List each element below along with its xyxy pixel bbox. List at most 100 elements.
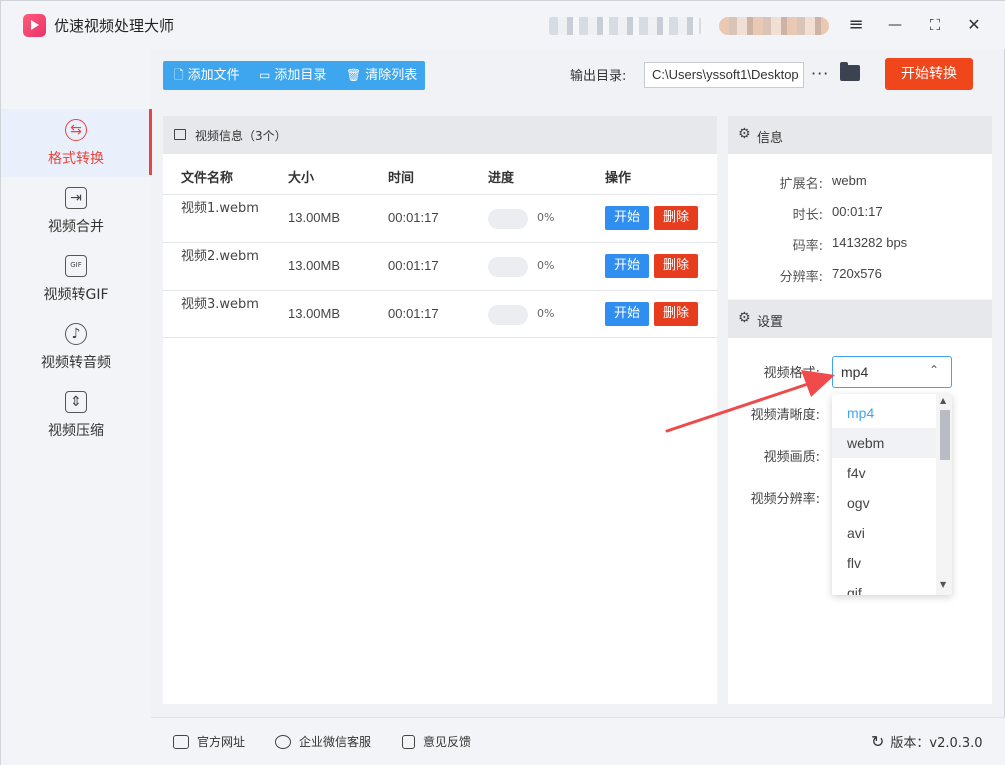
file-size: 13.00MB	[288, 210, 341, 225]
active-indicator	[149, 109, 152, 175]
row-start-button[interactable]: 开始	[605, 206, 649, 230]
video-quality-label: 视频画质:	[763, 450, 820, 465]
wechat-icon	[275, 735, 291, 749]
footer: 官方网址 企业微信客服 意见反馈 ↻ 版本：v2.0.3.0	[151, 717, 1005, 765]
column-header-name: 文件名称	[181, 171, 234, 186]
video-list-panel: 视频信息（3个） 文件名称 大小 时间 进度 操作 视频1.webm 13.00…	[163, 116, 717, 704]
add-file-button[interactable]: 🗋 添加文件	[174, 61, 240, 90]
settings-panel-title: 设置	[757, 315, 784, 330]
scroll-down-icon[interactable]: ▼	[940, 580, 946, 589]
progress-percent: 0%	[537, 259, 555, 272]
feedback-icon	[402, 735, 415, 749]
image-icon	[174, 129, 186, 140]
sidebar-item-video-to-audio[interactable]: ♪ 视频转音频	[1, 313, 151, 381]
file-duration: 00:01:17	[388, 258, 439, 273]
more-options-button[interactable]: ···	[811, 64, 829, 83]
video-format-select[interactable]: mp4 ⌃	[832, 356, 952, 388]
format-option-f4v[interactable]: f4v	[832, 458, 936, 488]
output-dir-label: 输出目录:	[570, 69, 627, 84]
progress-bar	[488, 209, 528, 229]
row-start-button[interactable]: 开始	[605, 302, 649, 326]
audio-icon: ♪	[65, 323, 87, 345]
progress-bar	[488, 305, 528, 325]
video-list-header: 视频信息（3个）	[163, 116, 717, 154]
progress-percent: 0%	[537, 211, 555, 224]
annotation-arrow	[665, 370, 835, 433]
add-dir-label: 添加目录	[274, 68, 327, 83]
sidebar-item-label: 视频合并	[48, 219, 104, 235]
format-option-mp4[interactable]: mp4	[832, 398, 936, 428]
merge-icon: ⇥	[65, 187, 87, 209]
gear-icon: ⚙	[738, 126, 751, 142]
info-label-duration: 时长:	[792, 208, 823, 223]
blurred-account-info	[549, 17, 701, 35]
app-window: 优速视频处理大师 ≡ — ⛶ ✕ ⇆ 格式转换 ⇥ 视频合并 GIF 视频转GI…	[0, 0, 1005, 765]
sidebar-item-format-convert[interactable]: ⇆ 格式转换	[1, 109, 151, 177]
menu-icon[interactable]: ≡	[845, 14, 867, 36]
trash-icon: 🗑	[346, 68, 362, 82]
row-delete-button[interactable]: 删除	[654, 302, 698, 326]
arrow-head	[801, 370, 835, 397]
sidebar: ⇆ 格式转换 ⇥ 视频合并 GIF 视频转GIF ♪ 视频转音频 ⇕ 视频压缩	[1, 49, 151, 765]
version-label: 版本：v2.0.3.0	[890, 736, 983, 751]
row-start-button[interactable]: 开始	[605, 254, 649, 278]
format-option-avi[interactable]: avi	[832, 518, 936, 548]
info-label-bitrate: 码率:	[792, 239, 823, 254]
version-info[interactable]: ↻ 版本：v2.0.3.0	[871, 732, 983, 751]
info-panel-header: ⚙ 信息	[728, 116, 992, 154]
sidebar-item-video-merge[interactable]: ⇥ 视频合并	[1, 177, 151, 245]
wechat-label: 企业微信客服	[299, 735, 372, 749]
blurred-user-avatar[interactable]	[719, 17, 829, 35]
sidebar-item-label: 视频转音频	[41, 355, 111, 371]
format-option-gif[interactable]: gif	[832, 578, 936, 595]
website-icon	[173, 735, 189, 749]
clear-list-label: 清除列表	[365, 68, 418, 83]
feedback-link[interactable]: 意见反馈	[402, 733, 471, 750]
scrollbar-thumb[interactable]	[940, 410, 950, 460]
video-list-title: 视频信息（3个）	[195, 129, 287, 143]
file-name: 视频3.webm	[181, 297, 259, 312]
table-row[interactable]: 视频1.webm 13.00MB 00:01:17 0% 开始 删除	[163, 194, 717, 242]
start-convert-button[interactable]: 开始转换	[885, 58, 973, 90]
open-folder-icon[interactable]	[840, 62, 860, 81]
sidebar-item-video-to-gif[interactable]: GIF 视频转GIF	[1, 245, 151, 313]
file-duration: 00:01:17	[388, 306, 439, 321]
format-option-ogv[interactable]: ogv	[832, 488, 936, 518]
add-directory-button[interactable]: ▭ 添加目录	[259, 61, 326, 90]
gear-icon: ⚙	[738, 310, 751, 326]
official-website-link[interactable]: 官方网址	[173, 733, 245, 750]
format-option-webm[interactable]: webm	[832, 428, 936, 458]
table-row[interactable]: 视频3.webm 13.00MB 00:01:17 0% 开始 删除	[163, 290, 717, 338]
maximize-icon[interactable]: ⛶	[924, 14, 946, 36]
table-row[interactable]: 视频2.webm 13.00MB 00:01:17 0% 开始 删除	[163, 242, 717, 290]
refresh-icon: ↻	[871, 732, 885, 751]
file-name: 视频1.webm	[181, 201, 259, 216]
column-header-progress: 进度	[488, 171, 515, 186]
format-option-flv[interactable]: flv	[832, 548, 936, 578]
settings-panel-header: ⚙ 设置	[728, 300, 992, 338]
row-delete-button[interactable]: 删除	[654, 254, 698, 278]
column-header-actions: 操作	[605, 171, 632, 186]
info-value-resolution: 720x576	[832, 266, 882, 281]
title-bar: 优速视频处理大师 ≡ — ⛶ ✕	[1, 1, 1005, 49]
file-icon: 🗋	[174, 68, 184, 82]
minimize-icon[interactable]: —	[884, 14, 906, 36]
chevron-up-icon: ⌃	[928, 363, 939, 377]
sidebar-item-label: 视频压缩	[48, 423, 104, 439]
scroll-up-icon[interactable]: ▲	[940, 396, 946, 405]
dropdown-scrollbar[interactable]: ▲ ▼	[936, 394, 952, 595]
output-dir-field[interactable]: C:\Users\yssoft1\Desktop	[644, 62, 804, 88]
close-icon[interactable]: ✕	[963, 14, 985, 36]
file-size: 13.00MB	[288, 258, 341, 273]
sidebar-item-video-compress[interactable]: ⇕ 视频压缩	[1, 381, 151, 449]
info-label-extension: 扩展名:	[779, 177, 823, 192]
video-format-value: mp4	[841, 364, 869, 380]
info-panel: ⚙ 信息 扩展名: webm 时长: 00:01:17 码率: 1413282 …	[728, 116, 992, 299]
column-header-size: 大小	[288, 171, 315, 186]
clear-list-button[interactable]: 🗑 清除列表	[346, 61, 417, 90]
sidebar-item-label: 格式转换	[48, 151, 104, 167]
file-size: 13.00MB	[288, 306, 341, 321]
wechat-support-link[interactable]: 企业微信客服	[275, 733, 371, 750]
folder-outline-icon: ▭	[259, 68, 271, 82]
row-delete-button[interactable]: 删除	[654, 206, 698, 230]
